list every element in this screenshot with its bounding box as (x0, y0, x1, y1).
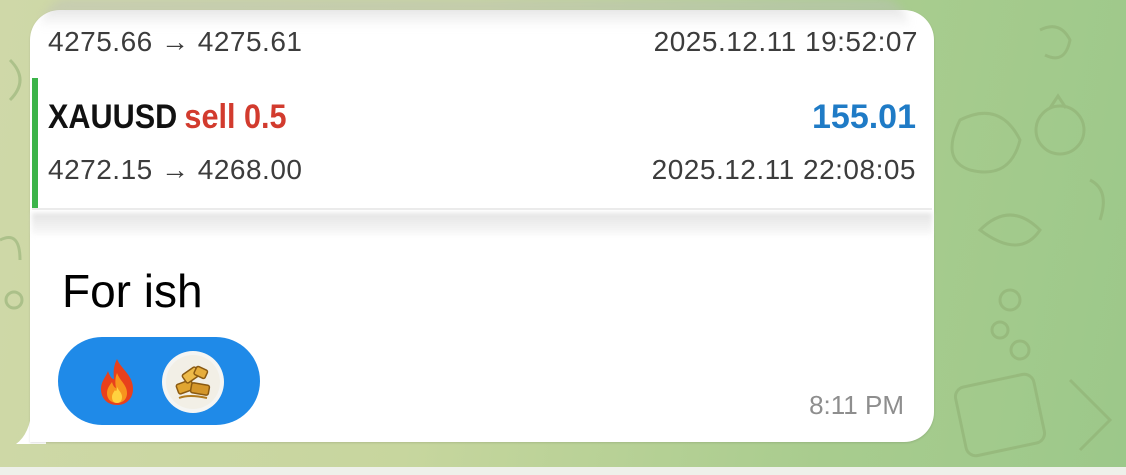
message-text: For ish (62, 265, 203, 317)
previous-trade-time: 2025.12.11 19:52:07 (653, 26, 918, 57)
scroll-fade-top (40, 0, 910, 28)
reactions-pill[interactable] (58, 337, 260, 425)
gold-bars-reaction[interactable] (162, 351, 224, 413)
trade-profit: 155.01 (812, 98, 916, 136)
trade-card[interactable]: XAUUSD sell 0.5 155.01 4272.15 → 4268.00 … (32, 78, 916, 208)
previous-trade-row: 4275.66 → 4275.61 2025.12.11 19:52:07 (48, 26, 918, 62)
trade-prices: 4272.15 → 4268.00 (48, 154, 303, 185)
scroll-fade-band (32, 213, 932, 235)
trade-side-volume: sell 0.5 (184, 98, 287, 136)
trade-time: 2025.12.11 22:08:05 (651, 154, 916, 185)
divider (32, 208, 932, 210)
previous-trade-prices: 4275.66 → 4275.61 (48, 26, 303, 57)
gold-bars-avatar-icon (166, 355, 220, 409)
bottom-strip (0, 467, 1126, 475)
message-timestamp: 8:11 PM (809, 390, 904, 420)
fire-emoji-icon (101, 359, 133, 405)
trade-symbol: XAUUSD (48, 98, 178, 136)
fire-reaction[interactable] (86, 351, 148, 413)
trade-accent-bar (32, 78, 38, 208)
trade-title: XAUUSD sell 0.5 (48, 98, 287, 137)
